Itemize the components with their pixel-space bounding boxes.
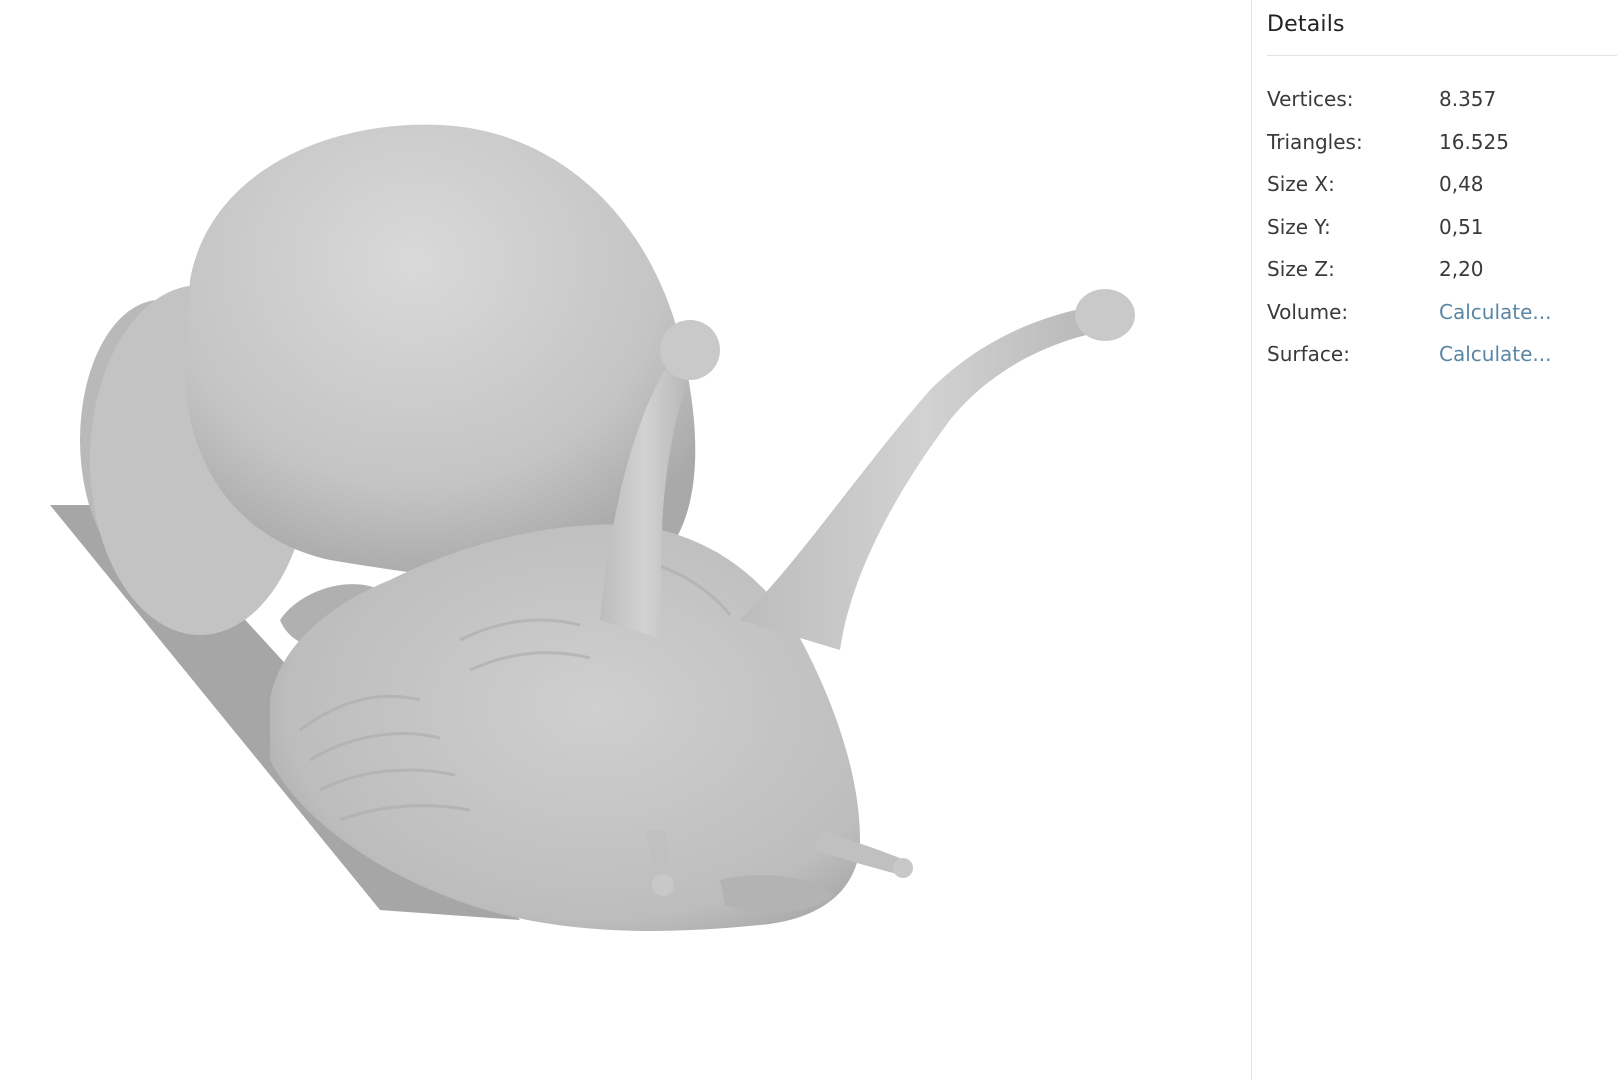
detail-row-vertices: Vertices: 8.357 [1267, 78, 1617, 121]
surface-label: Surface: [1267, 342, 1350, 367]
snail-model[interactable] [0, 0, 1250, 1080]
size-y-label: Size Y: [1267, 214, 1331, 239]
vertices-value: 8.357 [1439, 87, 1497, 112]
size-y-value: 0,51 [1439, 214, 1484, 239]
detail-row-volume: Volume: Calculate... [1267, 291, 1617, 334]
panel-title: Details [1267, 12, 1345, 37]
detail-row-size-x: Size X: 0,48 [1267, 163, 1617, 206]
detail-row-size-z: Size Z: 2,20 [1267, 248, 1617, 291]
calculate-volume-link[interactable]: Calculate... [1439, 300, 1551, 324]
detail-row-size-y: Size Y: 0,51 [1267, 206, 1617, 249]
size-z-value: 2,20 [1439, 257, 1484, 282]
tentacle-left-tip [660, 320, 720, 380]
volume-label: Volume: [1267, 299, 1349, 324]
details-panel: Details Vertices: 8.357 Triangles: 16.52… [1251, 0, 1620, 1080]
tentacle-right-tip [1075, 289, 1135, 341]
size-x-label: Size X: [1267, 172, 1335, 197]
triangles-value: 16.525 [1439, 129, 1509, 154]
size-x-value: 0,48 [1439, 172, 1484, 197]
vertices-label: Vertices: [1267, 87, 1354, 112]
detail-row-triangles: Triangles: 16.525 [1267, 121, 1617, 164]
details-list: Vertices: 8.357 Triangles: 16.525 Size X… [1267, 78, 1617, 376]
tentacle-lower-left-tip [652, 874, 674, 896]
triangles-label: Triangles: [1267, 129, 1363, 154]
tentacle-right [740, 305, 1110, 650]
3d-viewport[interactable] [0, 0, 1250, 1080]
panel-divider [1267, 55, 1617, 56]
detail-row-surface: Surface: Calculate... [1267, 333, 1617, 376]
size-z-label: Size Z: [1267, 257, 1335, 282]
tentacle-lower-right-tip [893, 858, 913, 878]
calculate-surface-link[interactable]: Calculate... [1439, 342, 1551, 366]
